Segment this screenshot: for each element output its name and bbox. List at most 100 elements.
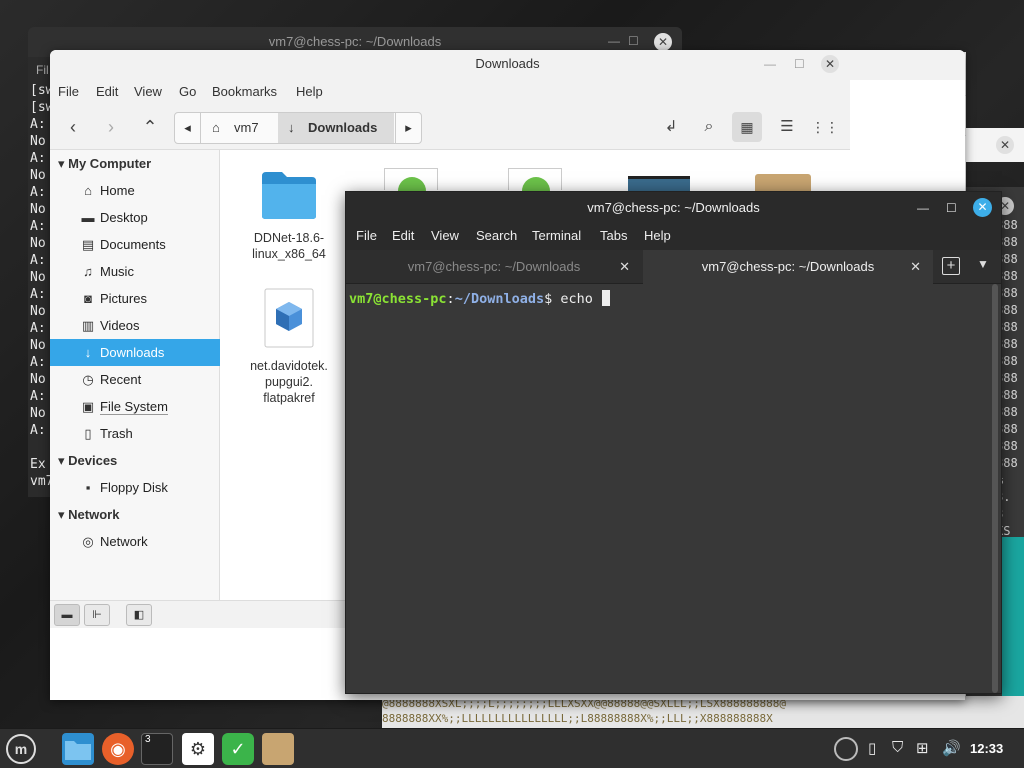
close-icon[interactable]: ✕ [821,55,839,73]
breadcrumb-home[interactable]: ⌂ vm7 [202,113,278,143]
list-view-icon[interactable]: ☰ [772,112,802,142]
file-item-flatpakref[interactable]: net.davidotek. pupgui2. flatpakref [241,288,337,406]
sidebar-item-floppy-disk[interactable]: ▪ Floppy Disk [50,474,220,501]
menu-bookmarks[interactable]: Bookmarks [212,84,277,99]
documents-icon: ▤ [81,237,95,252]
terminal-scrollbar[interactable] [992,284,998,693]
menu-file[interactable]: File [58,84,79,99]
terminal-output[interactable]: vm7@chess-pc:~/Downloads$ echo [346,284,1001,693]
background-terminal-menu[interactable]: Fil [36,63,49,77]
maximize-icon[interactable]: ☐ [794,57,805,71]
file-item-partial[interactable] [384,168,438,205]
sidebar-item-pictures[interactable]: ◙ Pictures [50,285,220,312]
sidebar-item-music[interactable]: ♫ Music [50,258,220,285]
menu-terminal[interactable]: Terminal [532,228,581,243]
new-tab-icon[interactable]: + [942,257,960,275]
settings-icon[interactable]: ⚙ [182,733,214,765]
file-name-line: DDNet-18.6- [253,231,325,245]
maximize-icon[interactable]: ☐ [946,192,957,224]
hide-sidebar-icon[interactable]: ◧ [126,604,152,626]
menu-view[interactable]: View [431,228,459,243]
close-icon[interactable]: ✕ [654,33,672,51]
show-treeview-icon[interactable]: ⊩ [84,604,110,626]
background-window[interactable]: ✕ [966,128,1024,162]
minimize-icon[interactable]: — [917,192,929,224]
minimize-icon[interactable]: — [608,34,620,48]
clipboard-icon[interactable]: ▯ [868,739,876,757]
breadcrumb-right-arrow-icon[interactable]: ▸ [395,113,421,143]
up-icon[interactable]: ⌃ [135,112,165,142]
menu-tabs[interactable]: Tabs [600,228,627,243]
file-item-partial[interactable] [508,168,562,205]
close-tab-icon[interactable]: ✕ [910,250,921,284]
close-icon[interactable]: ✕ [973,198,992,217]
sidebar-item-home[interactable]: ⌂ Home [50,177,220,204]
sidebar-item-label: Videos [100,318,140,333]
sidebar-item-documents[interactable]: ▤ Documents [50,231,220,258]
sidebar-item-downloads[interactable]: ↓ Downloads [50,339,220,366]
terminal-window[interactable]: vm7@chess-pc: ~/Downloads — ☐ ✕ File Edi… [345,191,1002,694]
search-icon[interactable]: ⌕ [694,112,724,142]
sidebar-section-my-computer[interactable]: ▾ My Computer [58,156,151,172]
taskbar: m ◉ 3 ⚙ ✓ ▯ ⛉ ⊞ 🔊 12:33 [0,728,1024,768]
sidebar-item-trash[interactable]: ▯ Trash [50,420,220,447]
menu-edit[interactable]: Edit [392,228,414,243]
close-icon[interactable]: ✕ [996,136,1014,154]
folder-icon [65,741,91,760]
prompt-symbol: $ [544,291,561,307]
sidebar-item-desktop[interactable]: ▬ Desktop [50,204,220,231]
forward-icon[interactable]: › [96,112,126,142]
breadcrumb-downloads[interactable]: ↓ Downloads [278,113,394,143]
shield-icon[interactable]: ⛉ [892,739,903,756]
menu-help[interactable]: Help [296,84,323,99]
menu-file[interactable]: File [356,228,377,243]
folder-icon [262,172,316,219]
maximize-icon[interactable]: ☐ [628,34,639,48]
mint-menu-icon[interactable]: m [6,734,36,764]
sidebar-item-label: Downloads [100,345,165,360]
archive-icon[interactable] [755,174,811,192]
videos-icon: ▥ [81,318,95,333]
archive-manager-icon[interactable] [262,733,294,765]
tab-label: vm7@chess-pc: ~/Downloads [701,259,875,274]
icon-view-icon[interactable]: ▦ [732,112,762,142]
video-thumbnail-icon[interactable] [628,176,690,192]
terminal-app-icon[interactable]: 3 [141,733,173,765]
close-tab-icon[interactable]: ✕ [619,250,630,284]
minimize-icon[interactable]: — [764,57,776,71]
menu-search[interactable]: Search [476,228,517,243]
sidebar-item-videos[interactable]: ▥ Videos [50,312,220,339]
back-icon[interactable]: ‹ [58,112,88,142]
terminal-tabbar: vm7@chess-pc: ~/Downloads ✕ vm7@chess-pc… [346,250,1001,284]
sidebar-item-file-system[interactable]: ▣ File System [50,393,220,420]
clock[interactable]: 12:33 [970,741,1003,756]
terminal-tab-2[interactable]: vm7@chess-pc: ~/Downloads ✕ [643,250,933,284]
breadcrumb-left-arrow-icon[interactable]: ◂ [175,113,201,143]
sidebar-item-network[interactable]: ◎ Network [50,528,220,555]
firefox-icon[interactable]: ◉ [102,733,134,765]
files-app-icon[interactable] [62,733,94,765]
menu-go[interactable]: Go [179,84,196,99]
terminal-tab-1[interactable]: vm7@chess-pc: ~/Downloads ✕ [346,250,642,284]
home-icon: ⌂ [212,120,220,135]
network-status-icon[interactable]: ⊞ [916,739,929,757]
download-arrow-icon: ↓ [288,120,295,135]
menu-view[interactable]: View [134,84,162,99]
sidebar-section-devices[interactable]: ▾ Devices [58,453,117,469]
menu-edit[interactable]: Edit [96,84,118,99]
file-item-ddnet-folder[interactable]: DDNet-18.6- linux_x86_64 [241,168,337,262]
update-status-icon[interactable] [834,737,858,761]
terminal-titlebar: vm7@chess-pc: ~/Downloads — ☐ ✕ [346,192,1001,224]
toggle-location-icon[interactable]: ↲ [656,112,686,142]
prompt-path: ~/Downloads [454,291,545,307]
volume-icon[interactable]: 🔊 [942,739,961,757]
sidebar-item-recent[interactable]: ◷ Recent [50,366,220,393]
terminal-menubar: File Edit View Search Terminal Tabs Help [346,224,1001,250]
tab-list-icon[interactable]: ▼ [977,257,989,271]
update-manager-icon[interactable]: ✓ [222,733,254,765]
compact-view-icon[interactable]: ⋮⋮ [810,112,840,142]
sidebar-section-network[interactable]: ▾ Network [58,507,119,523]
show-places-icon[interactable]: ▬ [54,604,80,626]
sidebar-item-label: Documents [100,237,166,252]
menu-help[interactable]: Help [644,228,671,243]
